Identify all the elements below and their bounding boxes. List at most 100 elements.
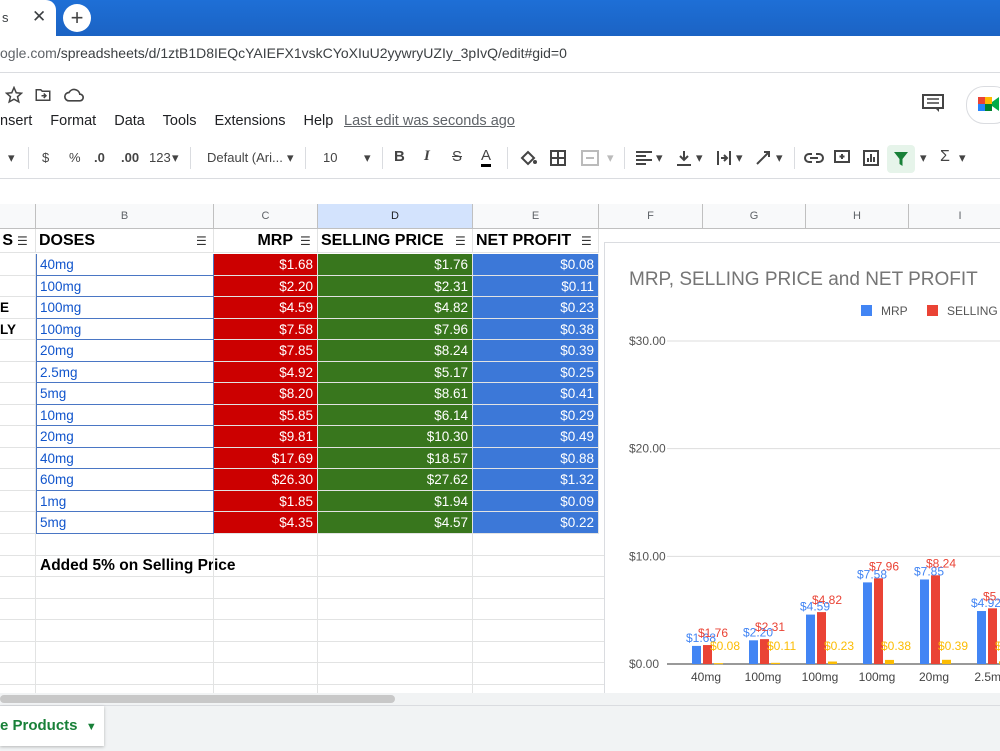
row-label-fragment[interactable] xyxy=(0,276,36,297)
mrp-cell[interactable]: $7.58 xyxy=(214,319,318,340)
selling-price-cell[interactable]: $1.76 xyxy=(318,254,473,276)
column-header-b[interactable]: B xyxy=(36,204,214,228)
row-label-fragment[interactable]: E xyxy=(0,297,36,319)
row-label-fragment[interactable]: LY xyxy=(0,319,36,340)
row-label-fragment[interactable] xyxy=(0,362,36,383)
selling-price-cell[interactable]: $10.30 xyxy=(318,426,473,448)
chevron-down-icon[interactable]: ▾ xyxy=(364,150,371,166)
functions-button[interactable]: Σ xyxy=(940,148,950,166)
row-label-fragment[interactable] xyxy=(0,426,36,448)
menu-data[interactable]: Data xyxy=(114,113,145,129)
dose-cell[interactable]: 40mg xyxy=(36,448,214,469)
increase-decimal-button[interactable]: .00 xyxy=(121,150,139,165)
selling-price-cell[interactable]: $1.94 xyxy=(318,491,473,512)
merge-cells-icon[interactable] xyxy=(581,150,599,166)
currency-format-button[interactable]: $ xyxy=(42,150,49,165)
chevron-down-icon[interactable]: ▾ xyxy=(776,150,783,166)
mrp-cell[interactable]: $1.68 xyxy=(214,254,318,276)
chevron-down-icon[interactable]: ▾ xyxy=(607,150,614,166)
filter-toggle-icon[interactable]: ☰ xyxy=(196,234,207,248)
mrp-cell[interactable]: $7.85 xyxy=(214,340,318,362)
row-label-fragment[interactable] xyxy=(0,405,36,426)
selling-price-cell[interactable]: $6.14 xyxy=(318,405,473,426)
column-header-c[interactable]: C xyxy=(214,204,318,228)
borders-icon[interactable] xyxy=(550,150,566,166)
dose-cell[interactable]: 20mg xyxy=(36,340,214,362)
mrp-cell[interactable]: $2.20 xyxy=(214,276,318,297)
selling-price-cell[interactable]: $27.62 xyxy=(318,469,473,491)
dose-cell[interactable]: 100mg xyxy=(36,276,214,297)
mrp-cell[interactable]: $26.30 xyxy=(214,469,318,491)
dose-cell[interactable]: 2.5mg xyxy=(36,362,214,383)
chevron-down-icon[interactable]: ▾ xyxy=(959,150,966,166)
chevron-down-icon[interactable]: ▼ xyxy=(86,721,97,733)
decrease-decimal-button[interactable]: .0 xyxy=(94,150,105,165)
menu-tools[interactable]: Tools xyxy=(163,113,197,129)
net-profit-cell[interactable]: $0.39 xyxy=(473,340,599,362)
italic-button[interactable]: I xyxy=(424,148,430,165)
scrollbar-thumb[interactable] xyxy=(0,695,395,703)
net-profit-cell[interactable]: $0.49 xyxy=(473,426,599,448)
chevron-down-icon[interactable]: ▾ xyxy=(172,150,179,166)
header-cell-doses[interactable]: DOSES xyxy=(36,229,214,253)
dose-cell[interactable]: 5mg xyxy=(36,383,214,405)
column-header-e[interactable]: E xyxy=(473,204,599,228)
column-header-i[interactable]: I xyxy=(909,204,1000,228)
insert-link-icon[interactable] xyxy=(804,152,824,164)
selling-price-cell[interactable]: $7.96 xyxy=(318,319,473,340)
comment-history-icon[interactable] xyxy=(922,94,944,112)
column-header-h[interactable]: H xyxy=(806,204,909,228)
net-profit-cell[interactable]: $0.22 xyxy=(473,512,599,534)
net-profit-cell[interactable]: $0.11 xyxy=(473,276,599,297)
close-tab-icon[interactable]: ✕ xyxy=(32,7,46,27)
horizontal-align-icon[interactable] xyxy=(636,151,652,165)
chevron-down-icon[interactable]: ▾ xyxy=(656,150,663,166)
insert-comment-icon[interactable] xyxy=(834,150,850,166)
percent-format-button[interactable]: % xyxy=(69,150,81,165)
dose-cell[interactable]: 100mg xyxy=(36,297,214,319)
menu-insert[interactable]: nsert xyxy=(0,113,32,129)
chart-container[interactable]: MRP, SELLING PRICE and NET PROFIT MRP SELL… xyxy=(604,242,1000,694)
filter-button[interactable] xyxy=(887,145,915,173)
selling-price-cell[interactable]: $2.31 xyxy=(318,276,473,297)
column-header-f[interactable]: F xyxy=(599,204,703,228)
text-color-button[interactable]: A xyxy=(481,147,492,167)
dose-cell[interactable]: 10mg xyxy=(36,405,214,426)
vertical-align-icon[interactable] xyxy=(676,150,692,166)
filter-toggle-icon[interactable]: ☰ xyxy=(581,234,592,248)
row-label-fragment[interactable] xyxy=(0,491,36,512)
net-profit-cell[interactable]: $0.08 xyxy=(473,254,599,276)
row-label-fragment[interactable] xyxy=(0,469,36,491)
move-to-folder-icon[interactable] xyxy=(34,86,52,104)
font-family-select[interactable]: Default (Ari... xyxy=(207,150,283,165)
text-rotation-icon[interactable] xyxy=(755,150,773,166)
mrp-cell[interactable]: $8.20 xyxy=(214,383,318,405)
last-edit-link[interactable]: Last edit was seconds ago xyxy=(344,113,515,129)
row-label-fragment[interactable] xyxy=(0,512,36,534)
fill-color-icon[interactable] xyxy=(519,150,537,166)
menu-extensions[interactable]: Extensions xyxy=(215,113,286,129)
net-profit-cell[interactable]: $0.38 xyxy=(473,319,599,340)
strikethrough-button[interactable]: S xyxy=(452,148,462,165)
sheet-tab-label[interactable]: e Products ▼ xyxy=(0,717,97,734)
text-wrapping-icon[interactable] xyxy=(716,150,732,166)
mrp-cell[interactable]: $5.85 xyxy=(214,405,318,426)
row-label-fragment[interactable] xyxy=(0,254,36,276)
filter-toggle-icon[interactable]: ☰ xyxy=(17,234,28,248)
mrp-cell[interactable]: $4.35 xyxy=(214,512,318,534)
new-tab-button[interactable]: + xyxy=(63,4,91,32)
row-label-fragment[interactable] xyxy=(0,383,36,405)
row-label-fragment[interactable] xyxy=(0,340,36,362)
url-text[interactable]: ogle.com/spreadsheets/d/1ztB1D8IEQcYAIEF… xyxy=(0,45,567,61)
selling-price-cell[interactable]: $4.82 xyxy=(318,297,473,319)
column-header-a[interactable] xyxy=(0,204,36,228)
mrp-cell[interactable]: $9.81 xyxy=(214,426,318,448)
dose-cell[interactable]: 20mg xyxy=(36,426,214,448)
header-cell-selling-price[interactable]: SELLING PRICE xyxy=(318,229,473,253)
mrp-cell[interactable]: $17.69 xyxy=(214,448,318,469)
row-label-fragment[interactable] xyxy=(0,448,36,469)
meet-button[interactable] xyxy=(966,86,1000,124)
selling-price-cell[interactable]: $8.61 xyxy=(318,383,473,405)
chevron-down-icon[interactable]: ▾ xyxy=(287,150,294,166)
dose-cell[interactable]: 5mg xyxy=(36,512,214,534)
